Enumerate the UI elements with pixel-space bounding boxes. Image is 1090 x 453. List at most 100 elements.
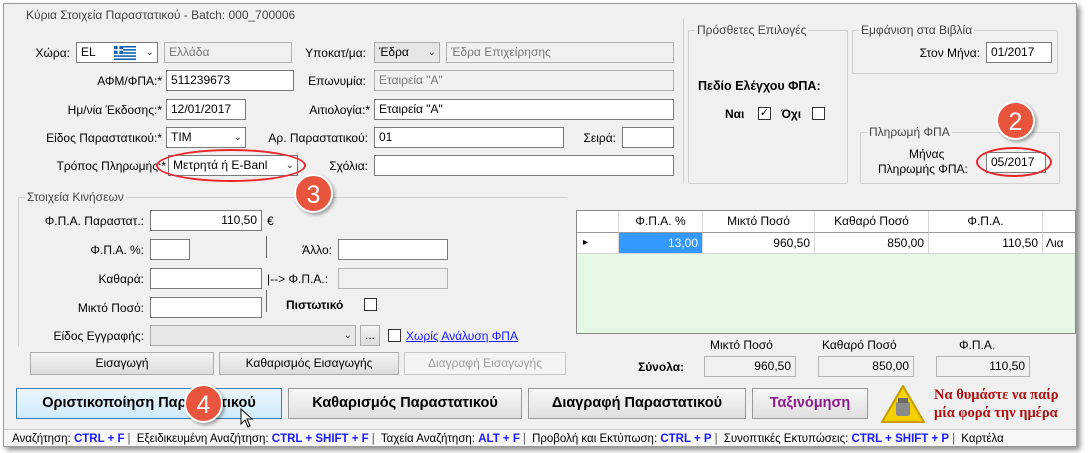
gross-input[interactable] (150, 297, 262, 318)
reminder-line-2: μία φορά την ημέρα (934, 405, 1058, 421)
totals-gross-field: 960,50 (704, 356, 796, 377)
vat-percent-input[interactable] (150, 239, 190, 260)
extra-options-title: Πρόσθετες Επιλογές (695, 23, 809, 37)
reason-input[interactable]: Εταιρεία "Α" (374, 99, 674, 120)
vat-lines-grid[interactable]: Φ.Π.Α. % Μικτό Ποσό Καθαρό Ποσό Φ.Π.Α. ▸… (576, 210, 1076, 334)
status-summary-print-label: Συνοπτικές Εκτυπώσεις: (723, 433, 849, 445)
grid-row-marker[interactable]: ▸ (577, 233, 619, 254)
status-search-key: CTRL + F (73, 433, 125, 445)
books-month-label: Στον Μήνα: (919, 46, 980, 60)
grid-cell-vat-pct[interactable]: 13,00 (619, 233, 703, 254)
yes-label: Ναι (725, 107, 745, 121)
doc-vat-value: 110,50 (221, 213, 257, 227)
other-input[interactable] (338, 239, 448, 260)
chevron-down-icon: ⌄ (233, 132, 242, 143)
issue-date-label: Ημ/νία Έκδοσης:* (67, 103, 162, 117)
totals-net-field: 850,00 (818, 356, 914, 377)
document-window: Κύρια Στοιχεία Παραστατικού - Batch: 000… (3, 3, 1077, 447)
divider-line (266, 290, 267, 312)
books-title: Εμφάνιση στα Βιβλία (859, 23, 975, 37)
totals-gross-label: Μικτό Ποσό (710, 338, 773, 352)
no-vat-analysis-checkbox[interactable] (388, 329, 401, 342)
delete-insert-button[interactable]: Διαγραφή Εισαγωγής (404, 352, 566, 375)
series-input[interactable] (622, 127, 674, 148)
branch-select[interactable]: Έδρα ⌄ (374, 42, 440, 63)
status-summary-print-key: CTRL + SHIFT + P (851, 433, 950, 445)
credit-checkbox[interactable] (364, 298, 377, 311)
vat-check-label: Πεδίο Ελέγχου ΦΠΑ: (698, 79, 821, 93)
status-search-label: Αναζήτηση: (12, 433, 71, 445)
grid-cell-vat[interactable]: 110,50 (929, 233, 1043, 254)
issue-date-input[interactable]: 12/01/2017 (166, 99, 246, 120)
net-input[interactable] (150, 268, 262, 289)
doc-type-select[interactable]: ΤΙΜ ⌄ (166, 127, 246, 148)
highlight-payment-method (156, 149, 306, 182)
series-label: Σειρά: (583, 131, 616, 145)
reminder-line-1: Να θυμάστε να παίρ (934, 387, 1059, 403)
branch-code: Έδρα (379, 45, 409, 59)
delete-document-button[interactable]: Διαγραφή Παραστατικού (528, 388, 746, 419)
other-label: Άλλο: (302, 243, 332, 257)
step-badge-4: 4 (184, 384, 223, 423)
totals-label: Σύνολα: (638, 360, 685, 374)
no-checkbox[interactable] (812, 107, 825, 120)
status-tab-label: Καρτέλα (961, 433, 1004, 445)
chevron-down-icon: ⌄ (343, 330, 352, 341)
grid-col-vat[interactable]: Φ.Π.Α. (929, 211, 1043, 233)
payment-method-label: Τρόπος Πληρωμής:* (56, 159, 166, 173)
shortcut-status-bar: Αναζήτηση: CTRL + F | Εξειδικευμένη Αναζή… (4, 429, 1076, 446)
grid-col-net[interactable]: Καθαρό Ποσό (815, 211, 929, 233)
totals-vat-value: 110,50 (989, 359, 1025, 373)
grid-col-gross[interactable]: Μικτό Ποσό (703, 211, 815, 233)
company-name-field: Εταιρεία "Α" (374, 70, 674, 91)
entry-type-select[interactable]: ⌄ (150, 325, 356, 346)
insert-button[interactable]: Εισαγωγή (30, 352, 214, 375)
divider-line (266, 236, 267, 258)
net-label: Καθαρά: (98, 272, 144, 286)
totals-net-value: 850,00 (872, 359, 909, 373)
doc-vat-label: Φ.Π.Α. Παραστατ.: (44, 214, 144, 228)
doc-type-value: ΤΙΜ (171, 130, 192, 144)
comments-input[interactable] (374, 155, 674, 176)
vat-number-input[interactable]: 511239673 (166, 70, 294, 91)
grid-cell-extra[interactable]: Λια (1043, 233, 1075, 254)
country-code: EL (81, 45, 96, 59)
to-vat-label: |--> Φ.Π.Α.: (267, 272, 329, 286)
chevron-down-icon: ⌄ (145, 47, 154, 58)
branch-label: Υποκατ/μα: (305, 46, 366, 60)
doc-vat-input[interactable]: 110,50 (150, 210, 262, 231)
greece-flag-icon (114, 46, 136, 60)
entry-type-browse-button[interactable]: ... (360, 325, 380, 346)
company-name-label: Επωνυμία: (308, 74, 366, 88)
country-select[interactable]: EL ⌄ (76, 42, 158, 63)
yes-checkbox[interactable]: ✓ (758, 107, 771, 120)
status-print-key: CTRL + P (660, 433, 712, 445)
main-details-title: Κύρια Στοιχεία Παραστατικού - Batch: 000… (24, 8, 298, 22)
step-badge-2: 2 (996, 101, 1035, 140)
grid-col-extra[interactable] (1043, 211, 1075, 233)
grid-cell-gross[interactable]: 960,50 (703, 233, 815, 254)
doc-number-label: Αρ. Παραστατικού: (268, 131, 368, 145)
no-label: Όχι (781, 107, 802, 121)
grid-cell-net[interactable]: 850,00 (815, 233, 929, 254)
status-print-label: Προβολή και Εκτύπωση: (532, 433, 658, 445)
doc-number-input[interactable]: 01 (374, 127, 564, 148)
books-month-input[interactable]: 01/2017 (986, 42, 1052, 63)
grid-col-vat-pct[interactable]: Φ.Π.Α. % (619, 211, 703, 233)
credit-label: Πιστωτικό (286, 298, 344, 312)
clear-insert-button[interactable]: Καθαρισμός Εισαγωγής (219, 352, 399, 375)
highlight-vat-payment-month (976, 147, 1052, 177)
comments-label: Σχόλια: (329, 159, 368, 173)
clear-document-button[interactable]: Καθαρισμός Παραστατικού (288, 388, 522, 419)
no-vat-analysis-link[interactable]: Χωρίς Ανάλυση ΦΠΑ (406, 329, 518, 343)
mouse-cursor-icon (240, 408, 254, 428)
status-advanced-search-key: CTRL + SHIFT + F (271, 433, 369, 445)
sort-button[interactable]: Ταξινόμηση (752, 388, 868, 419)
totals-vat-label: Φ.Π.Α. (959, 338, 996, 352)
status-quick-search-key: ALT + F (478, 433, 520, 445)
country-label: Χώρα: (35, 46, 70, 60)
chevron-down-icon: ⌄ (427, 47, 436, 58)
euro-symbol: € (267, 214, 274, 228)
step-badge-3: 3 (294, 174, 333, 213)
to-vat-field (338, 268, 448, 289)
